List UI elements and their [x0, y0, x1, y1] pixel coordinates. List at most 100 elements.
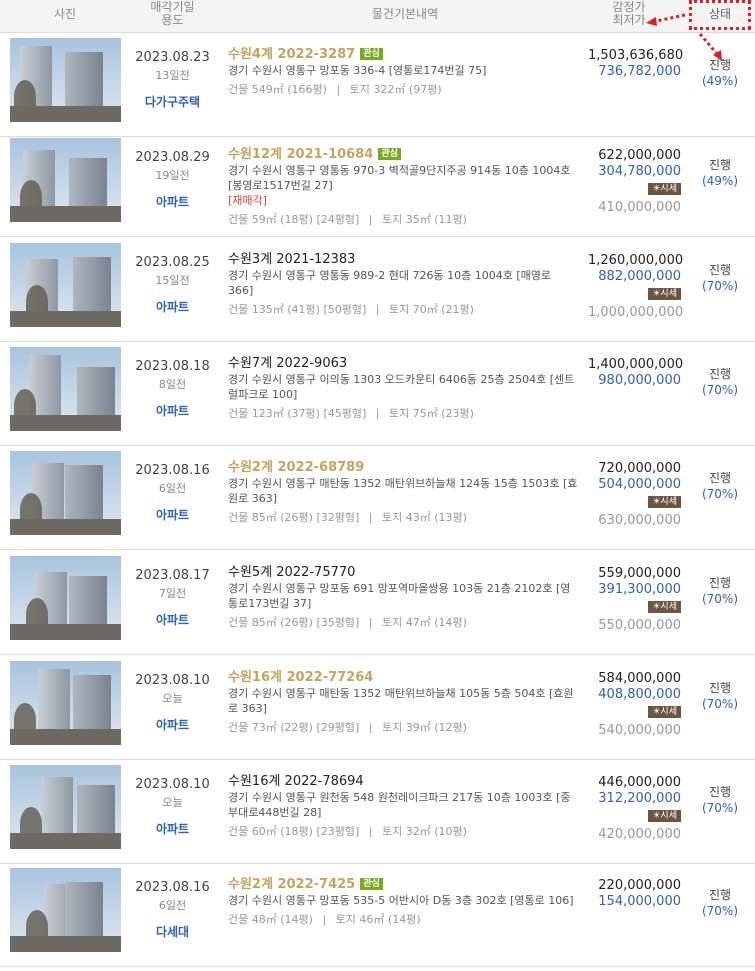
case-number-link[interactable]: 수원5계 2022-75770 [228, 565, 355, 580]
property-info: 수원5계 2022-75770 경기 수원시 영통구 망포동 691 망포역마을… [228, 565, 578, 630]
property-usage[interactable]: 아파트 [130, 298, 215, 315]
case-number-link[interactable]: 수원3계 2021-12383 [228, 252, 355, 267]
property-photo[interactable] [10, 347, 121, 431]
building-area: 85㎡ (26평) [251, 616, 313, 629]
auction-status: 진행 (70%) [695, 470, 745, 502]
building-area: 123㎡ (37평) [251, 407, 320, 420]
market-price: 410,000,000 [598, 200, 681, 215]
property-usage[interactable]: 아파트 [130, 506, 215, 523]
property-info: 수원2계 2022-7425 관심 경기 수원시 영통구 망포동 535-5 어반… [228, 877, 578, 927]
property-photo[interactable] [10, 661, 121, 745]
property-area: 건물 59㎡ (18평) [24평형] | 토지 35㎡ (11평) [228, 213, 467, 226]
price-block: 1,503,636,680 736,782,000 [588, 48, 683, 80]
listing-row[interactable]: 2023.08.10 오늘 아파트 수원16계 2022-77264 경기 수원… [0, 656, 755, 760]
sale-date: 2023.08.18 [135, 359, 210, 374]
days-remaining: 6일전 [158, 482, 187, 495]
status-text: 진행 [708, 367, 732, 381]
days-remaining: 6일전 [158, 899, 187, 912]
market-price-badge[interactable]: ☀시세 [648, 810, 681, 822]
land-label: 토지 [335, 913, 356, 926]
minimum-price: 980,000,000 [598, 373, 681, 388]
market-price-badge[interactable]: ☀시세 [648, 288, 681, 300]
case-number-link[interactable]: 수원7계 2022-9063 [228, 356, 347, 371]
listing-row[interactable]: 2023.08.16 6일전 다세대 수원2계 2022-7425 관심 경기 수… [0, 863, 755, 967]
days-remaining: 8일전 [158, 378, 187, 391]
property-usage[interactable]: 아파트 [130, 716, 215, 733]
property-usage[interactable]: 아파트 [130, 193, 215, 210]
market-price-badge[interactable]: ☀시세 [648, 601, 681, 613]
property-photo[interactable] [10, 556, 121, 640]
property-usage[interactable]: 아파트 [130, 611, 215, 628]
case-number-link[interactable]: 수원2계 2022-7425 [228, 877, 355, 892]
case-number-link[interactable]: 수원16계 2022-78694 [228, 774, 364, 789]
property-address: 경기 수원시 영통구 원천동 548 원천레이크파크 217동 10층 1003… [228, 791, 571, 819]
sale-date: 2023.08.10 [135, 673, 210, 688]
property-photo[interactable] [10, 868, 121, 952]
status-percent: (70%) [701, 383, 739, 397]
case-number-link[interactable]: 수원16계 2022-77264 [228, 670, 373, 685]
property-address: 경기 수원시 영통구 영통동 989-2 현대 726동 10층 1004호 [… [228, 269, 551, 297]
listing-row[interactable]: 2023.08.10 오늘 아파트 수원16계 2022-78694 경기 수원… [0, 760, 755, 864]
market-price-badge[interactable]: ☀시세 [648, 706, 681, 718]
market-price: 540,000,000 [598, 723, 681, 738]
area-pyeong-type: [32평형] [316, 511, 360, 524]
appraisal-price: 559,000,000 [598, 566, 681, 581]
minimum-price: 312,200,000 [598, 791, 681, 806]
listing-row[interactable]: 2023.08.23 13일전 다가구주택 수원4계 2022-3287 관심 경… [0, 33, 755, 137]
property-area: 건물 73㎡ (22평) [29평형] | 토지 39㎡ (12평) [228, 721, 467, 734]
sale-date: 2023.08.23 [135, 50, 210, 65]
case-number-link[interactable]: 수원4계 2022-3287 [228, 47, 355, 62]
status-percent: (70%) [701, 592, 739, 606]
listing-row[interactable]: 2023.08.16 6일전 아파트 수원2계 2022-68789 경기 수원… [0, 446, 755, 550]
property-address: 경기 수원시 영통구 망포동 691 망포역마을쌍용 103동 21층 2102… [228, 582, 571, 610]
status-text: 진행 [708, 263, 732, 277]
property-area: 건물 60㎡ (18평) [23평형] | 토지 32㎡ (10평) [228, 825, 467, 838]
land-area: 43㎡ (13평) [405, 511, 467, 524]
appraisal-price: 1,400,000,000 [588, 357, 684, 372]
property-photo[interactable] [10, 138, 121, 222]
status-text: 진행 [708, 576, 732, 590]
land-label: 토지 [389, 407, 410, 420]
property-photo[interactable] [10, 243, 121, 327]
appraisal-price: 584,000,000 [598, 671, 681, 686]
auction-status: 진행 (70%) [695, 887, 745, 919]
building-label: 건물 [228, 83, 249, 96]
property-area: 건물 85㎡ (26평) [32평형] | 토지 43㎡ (13평) [228, 511, 467, 524]
property-usage[interactable]: 다세대 [130, 923, 215, 940]
header-price[interactable]: 감정가 최저가 [595, 1, 663, 27]
market-price-badge[interactable]: ☀시세 [648, 496, 681, 508]
price-block: 220,000,000 154,000,000 [588, 878, 681, 910]
property-area: 건물 123㎡ (37평) [45평형] | 토지 75㎡ (23평) [228, 407, 474, 420]
property-usage[interactable]: 아파트 [130, 820, 215, 837]
land-label: 토지 [382, 721, 403, 734]
property-photo[interactable] [10, 38, 121, 122]
area-pyeong-type: [35평형] [316, 616, 360, 629]
market-price-badge[interactable]: ☀시세 [648, 183, 681, 195]
listing-row[interactable]: 2023.08.25 15일전 아파트 수원3계 2021-12383 경기 수… [0, 238, 755, 342]
status-text: 진행 [708, 471, 732, 485]
listing-row[interactable]: 2023.08.29 19일전 아파트 수원12계 2021-10684 관심 경… [0, 133, 755, 237]
case-number-link[interactable]: 수원2계 2022-68789 [228, 460, 364, 475]
days-remaining: 15일전 [155, 274, 190, 287]
listing-row[interactable]: 2023.08.18 8일전 아파트 수원7계 2022-9063 경기 수원시… [0, 342, 755, 446]
area-pyeong-type: [23평형] [316, 825, 360, 838]
appraisal-price: 1,260,000,000 [588, 253, 684, 268]
land-area: 70㎡ (21평) [412, 303, 474, 316]
header-date-usage[interactable]: 매각기일 용도 [130, 1, 215, 27]
listing-row[interactable]: 2023.08.17 7일전 아파트 수원5계 2022-75770 경기 수원… [0, 551, 755, 655]
header-usage: 용도 [161, 13, 184, 27]
land-area: 39㎡ (12평) [405, 721, 467, 734]
status-percent: (70%) [701, 487, 739, 501]
property-usage[interactable]: 아파트 [130, 402, 215, 419]
property-info: 수원16계 2022-78694 경기 수원시 영통구 원천동 548 원천레이… [228, 774, 578, 839]
property-info: 수원4계 2022-3287 관심 경기 수원시 영통구 망포동 336-4 [영… [228, 47, 578, 97]
property-photo[interactable] [10, 451, 121, 535]
property-photo[interactable] [10, 765, 121, 849]
interest-badge: 관심 [360, 48, 383, 60]
building-area: 59㎡ (18평) [251, 213, 313, 226]
status-percent: (70%) [701, 801, 739, 815]
land-area: 46㎡ (14평) [359, 913, 421, 926]
building-area: 60㎡ (18평) [251, 825, 313, 838]
property-usage[interactable]: 다가구주택 [130, 93, 215, 110]
case-number-link[interactable]: 수원12계 2021-10684 [228, 147, 373, 162]
